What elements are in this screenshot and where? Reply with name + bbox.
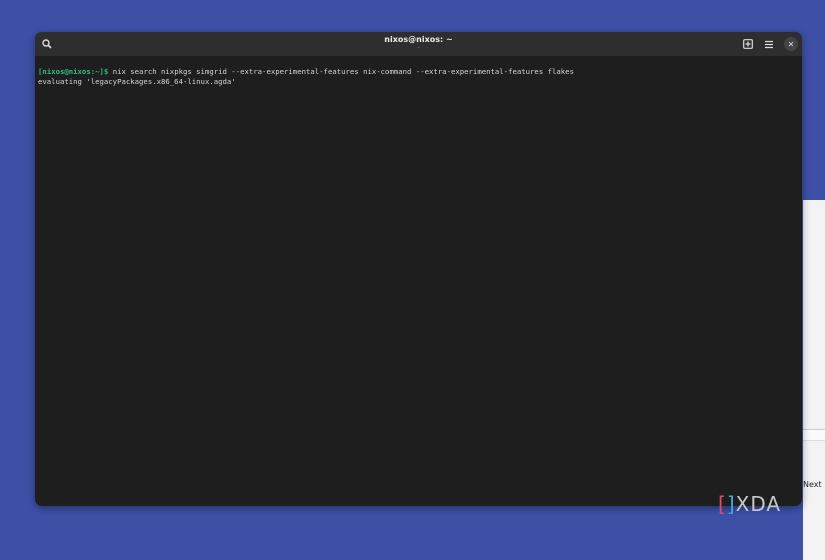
menu-icon[interactable] — [762, 37, 776, 51]
command-text: nix search nixpkgs simgrid --extra-exper… — [108, 67, 574, 76]
header-bar: nixos@nixos: ~ - ✕ — [35, 32, 802, 56]
divider — [803, 429, 825, 441]
background-window: Next — [803, 200, 825, 560]
window-title: nixos@nixos: ~ — [384, 35, 453, 44]
next-button[interactable]: Next — [803, 480, 822, 489]
window-subtitle: - — [417, 44, 420, 51]
new-tab-icon[interactable] — [741, 37, 755, 51]
command-line: [nixos@nixos:~]$ nix search nixpkgs simg… — [38, 67, 799, 77]
terminal-output[interactable]: [nixos@nixos:~]$ nix search nixpkgs simg… — [35, 56, 802, 97]
terminal-window: nixos@nixos: ~ - ✕ [nixos@nixos:~]$ nix … — [35, 32, 802, 506]
xda-watermark-logo: []XDA — [718, 492, 782, 516]
close-icon[interactable]: ✕ — [784, 37, 798, 51]
output-line: evaluating 'legacyPackages.x86_64-linux.… — [38, 76, 236, 86]
shell-prompt: [nixos@nixos:~]$ — [38, 67, 109, 76]
